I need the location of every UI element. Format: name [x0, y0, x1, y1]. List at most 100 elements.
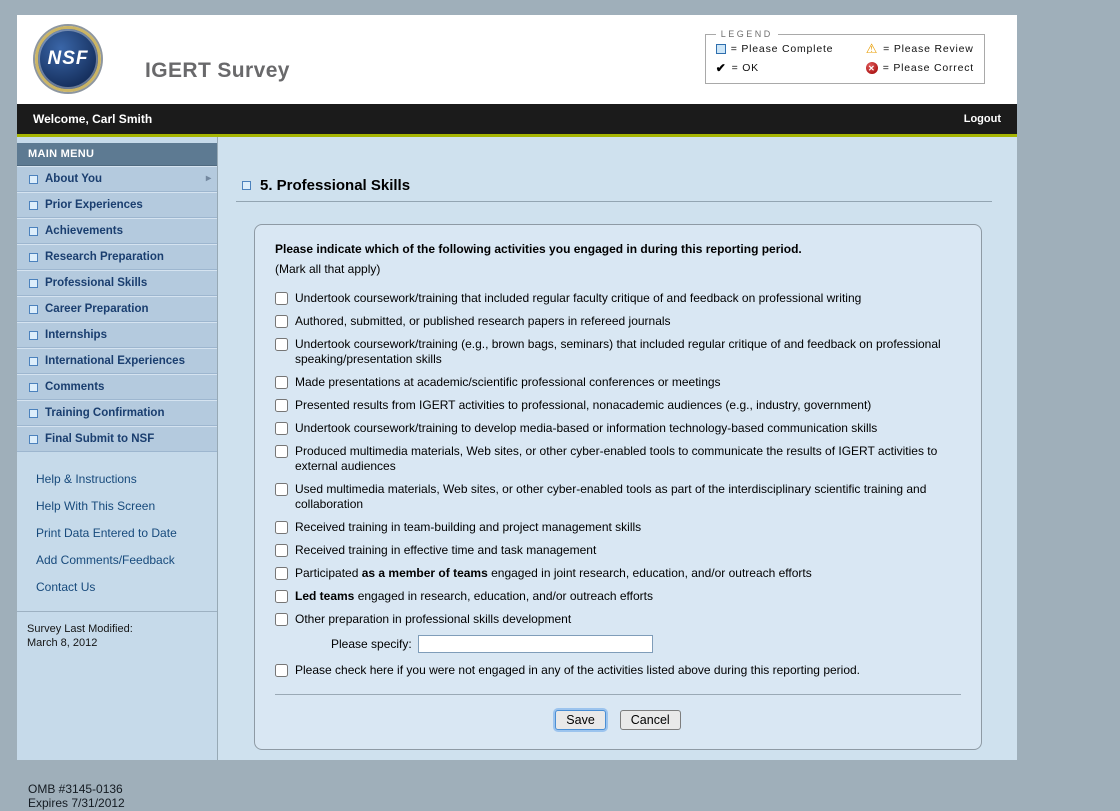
please-specify-label: Please specify:: [331, 637, 412, 651]
activity-checkbox[interactable]: [275, 315, 288, 328]
please-specify-input[interactable]: [418, 635, 653, 653]
form-intro: Please indicate which of the following a…: [275, 242, 961, 256]
status-square-icon: [29, 305, 38, 314]
checkbox-row: Participated as a member of teams engage…: [275, 566, 961, 581]
status-square-icon: [29, 435, 38, 444]
warning-icon: ⚠: [866, 42, 878, 55]
activity-checkbox[interactable]: [275, 399, 288, 412]
sidebar-link-help-instructions[interactable]: Help & Instructions: [36, 472, 217, 486]
checkbox-label: Made presentations at academic/scientifi…: [295, 375, 961, 390]
check-icon: ✔: [716, 62, 727, 74]
legend-item: ✕= Please Correct: [866, 62, 974, 74]
sidebar-link-help-with-this-screen[interactable]: Help With This Screen: [36, 499, 217, 513]
sidebar-item-final-submit-to-nsf[interactable]: Final Submit to NSF: [17, 426, 217, 452]
checkbox-label: Received training in effective time and …: [295, 543, 961, 558]
status-square-icon: [29, 253, 38, 262]
sidebar-item-label: Comments: [45, 381, 104, 393]
legend-item: ✔ = OK: [716, 62, 866, 74]
sidebar-link-add-comments-feedback[interactable]: Add Comments/Feedback: [36, 553, 217, 567]
activity-checkbox[interactable]: [275, 292, 288, 305]
sidebar-item-research-preparation[interactable]: Research Preparation: [17, 244, 217, 270]
activity-checkbox[interactable]: [275, 613, 288, 626]
form-box: Please indicate which of the following a…: [254, 224, 982, 750]
app-title: IGERT Survey: [145, 59, 290, 83]
sidebar-item-label: Professional Skills: [45, 277, 147, 289]
nsf-logo: NSF: [35, 26, 101, 92]
checkbox-row: Authored, submitted, or published resear…: [275, 314, 961, 329]
sidebar-item-label: International Experiences: [45, 355, 185, 367]
activity-checkbox[interactable]: [275, 483, 288, 496]
checkbox-row: Other preparation in professional skills…: [275, 612, 961, 627]
sidebar-item-prior-experiences[interactable]: Prior Experiences: [17, 192, 217, 218]
sidebar-item-label: Training Confirmation: [45, 407, 164, 419]
sidebar-item-label: About You: [45, 173, 102, 185]
please-specify-row: Please specify:: [331, 635, 961, 653]
checkbox-label: Undertook coursework/training to develop…: [295, 421, 961, 436]
activity-checkbox[interactable]: [275, 544, 288, 557]
sidebar-link-contact-us[interactable]: Contact Us: [36, 580, 217, 594]
checkbox-row: Produced multimedia materials, Web sites…: [275, 444, 961, 474]
sidebar-item-career-preparation[interactable]: Career Preparation: [17, 296, 217, 322]
welcome-bar: Welcome, Carl Smith Logout: [17, 104, 1017, 137]
checkbox-label: Authored, submitted, or published resear…: [295, 314, 961, 329]
legend-item-text: = OK: [732, 62, 759, 74]
sidebar-item-international-experiences[interactable]: International Experiences: [17, 348, 217, 374]
logout-link[interactable]: Logout: [964, 113, 1001, 125]
activity-checkbox[interactable]: [275, 338, 288, 351]
survey-page: NSF IGERT Survey LEGEND = Please Complet…: [17, 15, 1017, 760]
nsf-logo-text: NSF: [48, 48, 89, 70]
checkbox-row: Received training in effective time and …: [275, 543, 961, 558]
legend-box: LEGEND = Please Complete⚠= Please Review…: [705, 29, 985, 84]
sidebar-item-comments[interactable]: Comments: [17, 374, 217, 400]
status-square-icon: [29, 357, 38, 366]
legend-grid: = Please Complete⚠= Please Review✔= OK✕=…: [716, 42, 974, 74]
checkbox-row: Received training in team-building and p…: [275, 520, 961, 535]
activity-checkbox[interactable]: [275, 521, 288, 534]
checkbox-label: Other preparation in professional skills…: [295, 612, 961, 627]
activity-checkbox-list: Undertook coursework/training that inclu…: [275, 291, 961, 627]
main-menu-header: MAIN MENU: [17, 143, 217, 166]
sidebar-item-label: Prior Experiences: [45, 199, 143, 211]
sidebar-item-internships[interactable]: Internships: [17, 322, 217, 348]
activity-checkbox[interactable]: [275, 567, 288, 580]
last-modified: Survey Last Modified: March 8, 2012: [17, 612, 217, 650]
section-title-row: 5. Professional Skills: [242, 177, 1017, 194]
checkbox-row: Presented results from IGERT activities …: [275, 398, 961, 413]
form-note: (Mark all that apply): [275, 262, 961, 276]
section-title: 5. Professional Skills: [260, 177, 410, 194]
sidebar-item-label: Final Submit to NSF: [45, 433, 154, 445]
form-divider: [275, 694, 961, 695]
sidebar-item-label: Achievements: [45, 225, 123, 237]
sidebar-item-label: Internships: [45, 329, 107, 341]
omb-number: OMB #3145-0136: [28, 782, 125, 796]
checkbox-row: Used multimedia materials, Web sites, or…: [275, 482, 961, 512]
page-background: NSF IGERT Survey LEGEND = Please Complet…: [0, 0, 1120, 811]
header: NSF IGERT Survey LEGEND = Please Complet…: [17, 15, 1017, 104]
legend-item-text: = Please Review: [883, 43, 974, 55]
footer: OMB #3145-0136 Expires 7/31/2012: [28, 782, 125, 810]
main-content: 5. Professional Skills Please indicate w…: [218, 137, 1017, 760]
title-rule: [236, 201, 992, 202]
cancel-button[interactable]: Cancel: [620, 710, 681, 730]
activity-checkbox[interactable]: [275, 422, 288, 435]
status-square-icon: [29, 227, 38, 236]
square-icon: [716, 44, 726, 54]
checkbox-row: Led teams engaged in research, education…: [275, 589, 961, 604]
sidebar-item-professional-skills[interactable]: Professional Skills: [17, 270, 217, 296]
none-checkbox-label: Please check here if you were not engage…: [295, 663, 961, 678]
sidebar-menu: About You ▸ Prior Experiences Achievements R…: [17, 166, 217, 452]
last-modified-date: March 8, 2012: [27, 636, 217, 650]
status-square-icon: [29, 331, 38, 340]
save-button[interactable]: Save: [555, 710, 606, 730]
last-modified-label: Survey Last Modified:: [27, 622, 217, 636]
sidebar-item-about-you[interactable]: About You ▸: [17, 166, 217, 192]
activity-checkbox[interactable]: [275, 376, 288, 389]
sidebar-link-print-data-entered-to-date[interactable]: Print Data Entered to Date: [36, 526, 217, 540]
submenu-arrow-icon: ▸: [206, 174, 211, 184]
activity-checkbox[interactable]: [275, 590, 288, 603]
checkbox-row: Undertook coursework/training to develop…: [275, 421, 961, 436]
sidebar-item-achievements[interactable]: Achievements: [17, 218, 217, 244]
activity-checkbox[interactable]: [275, 445, 288, 458]
none-checkbox[interactable]: [275, 664, 288, 677]
sidebar-item-training-confirmation[interactable]: Training Confirmation: [17, 400, 217, 426]
